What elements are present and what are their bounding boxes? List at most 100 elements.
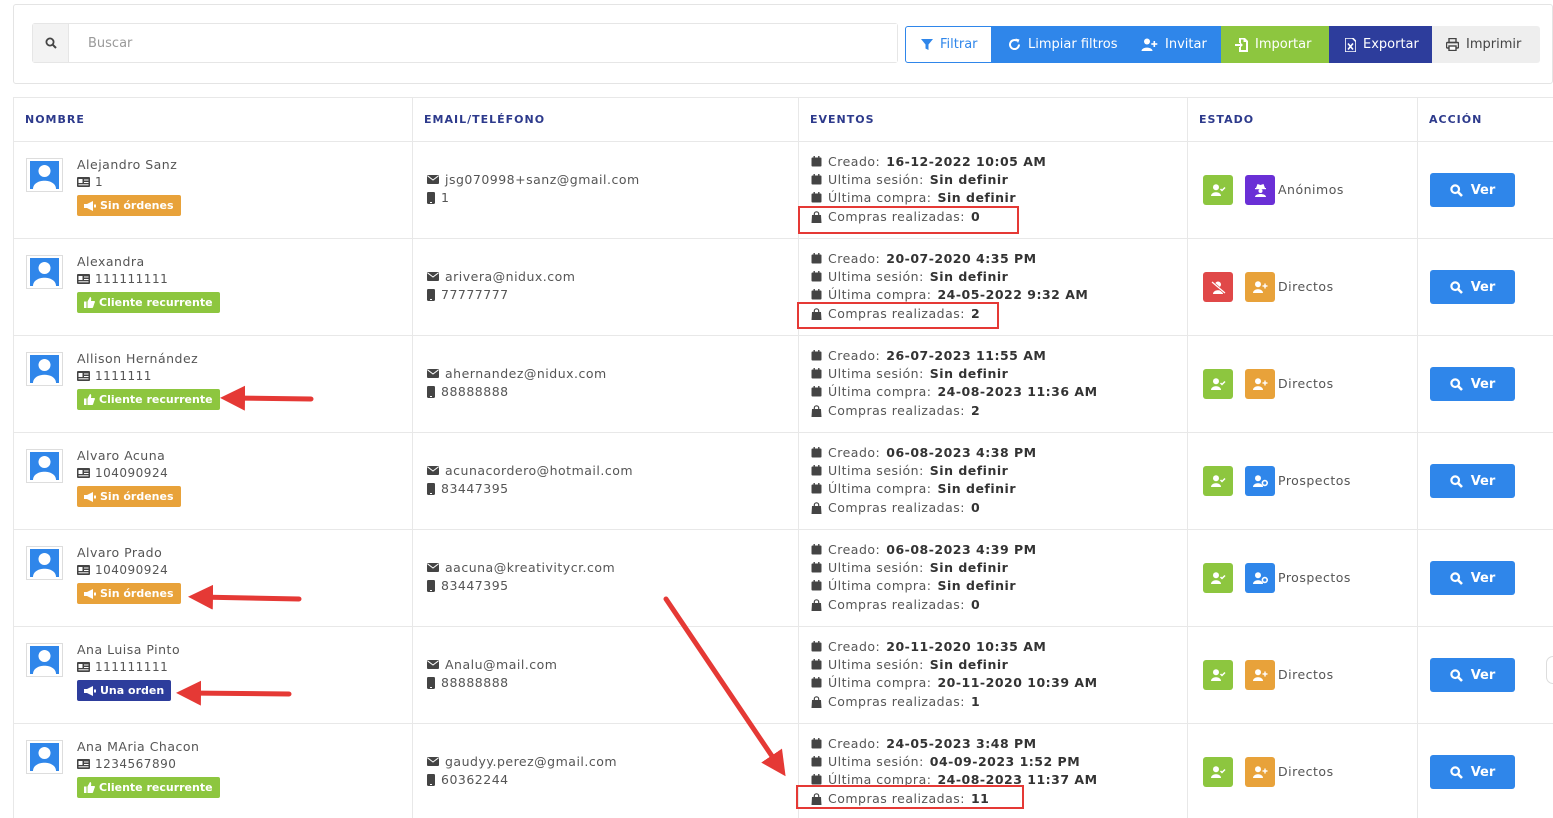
column-header-events[interactable]: EVENTOS (799, 98, 1188, 141)
cell-status: Directos (1188, 627, 1418, 723)
account-status-toggle[interactable] (1203, 466, 1233, 496)
thumbs-up-icon (84, 782, 95, 793)
toolbar-buttons: Filtrar Limpiar filtros Invitar Importar… (905, 26, 1540, 63)
view-button[interactable]: Ver (1430, 755, 1515, 789)
column-header-action: ACCIÓN (1429, 113, 1483, 126)
user-cog-icon (1252, 572, 1268, 584)
event-last-purchase-label: Última compra: (828, 287, 932, 302)
refresh-icon (1009, 38, 1021, 51)
filter-button[interactable]: Filtrar (905, 26, 992, 63)
event-last-session-value: Sin definir (929, 560, 1009, 575)
invite-button[interactable]: Invitar (1127, 26, 1221, 63)
event-created-label: Creado: (828, 348, 881, 363)
view-button[interactable]: Ver (1430, 173, 1515, 207)
segment-label: Anónimos (1278, 182, 1344, 197)
view-button[interactable]: Ver (1430, 561, 1515, 595)
column-header-name[interactable]: NOMBRE (14, 98, 413, 141)
scroll-handle[interactable] (1546, 656, 1553, 684)
customer-phone-value: 77777777 (441, 287, 509, 302)
shopping-bag-icon (811, 598, 822, 611)
column-header-status[interactable]: ESTADO (1188, 98, 1418, 141)
table-row: Alexandra 111111111 Cliente recurrente ariv… (14, 239, 1553, 336)
segment-label: Prospectos (1278, 570, 1351, 585)
account-status-toggle[interactable] (1203, 272, 1233, 302)
customer-name[interactable]: Alejandro Sanz (77, 157, 177, 172)
event-last-session: Ultima sesión: Sin definir (811, 463, 1008, 478)
user-check-icon (1210, 572, 1226, 584)
calendar-icon (811, 271, 822, 282)
customer-name[interactable]: Alvaro Prado (77, 545, 162, 560)
user-check-icon (1210, 475, 1226, 487)
event-created-label: Creado: (828, 736, 881, 751)
segment-label: Directos (1278, 764, 1334, 779)
view-button[interactable]: Ver (1430, 658, 1515, 692)
search-bar (32, 23, 898, 63)
customer-id-value: 111111111 (95, 660, 169, 674)
mobile-icon (427, 482, 435, 495)
event-created: Creado: 20-11-2020 10:35 AM (811, 639, 1046, 654)
search-input[interactable] (69, 24, 897, 62)
import-button[interactable]: Importar (1221, 26, 1329, 63)
customer-email: ahernandez@nidux.com (427, 366, 607, 381)
clear-filters-button[interactable]: Limpiar filtros (992, 26, 1127, 63)
view-button-label: Ver (1470, 667, 1496, 683)
account-status-toggle[interactable] (1203, 369, 1233, 399)
column-header-contact[interactable]: EMAIL/TELÉFONO (413, 98, 799, 141)
cell-status: Anónimos (1188, 142, 1418, 238)
event-created: Creado: 16-12-2022 10:05 AM (811, 154, 1046, 169)
cell-events: Creado: 06-08-2023 4:39 PM Ultima sesión: S… (799, 530, 1188, 626)
megaphone-icon (84, 685, 96, 696)
customer-phone-value: 60362244 (441, 772, 509, 787)
avatar-icon (30, 258, 59, 286)
export-button[interactable]: Exportar (1329, 26, 1432, 63)
cell-events: Creado: 20-11-2020 10:35 AM Ultima sesión:… (799, 627, 1188, 723)
view-button[interactable]: Ver (1430, 464, 1515, 498)
view-button[interactable]: Ver (1430, 367, 1515, 401)
filter-button-label: Filtrar (940, 37, 978, 52)
view-button[interactable]: Ver (1430, 270, 1515, 304)
cell-action: Ver (1418, 433, 1553, 529)
segment-icon-box (1245, 369, 1275, 399)
envelope-icon (427, 272, 439, 281)
account-status-toggle[interactable] (1203, 660, 1233, 690)
customer-name[interactable]: Alexandra (77, 254, 145, 269)
account-status-toggle[interactable] (1203, 757, 1233, 787)
event-last-purchase-value: Sin definir (937, 481, 1016, 496)
calendar-icon (811, 677, 822, 688)
view-button-label: Ver (1470, 376, 1496, 392)
search-icon (1450, 474, 1463, 488)
envelope-icon (427, 563, 439, 572)
customer-id: 104090924 (77, 563, 168, 577)
order-status-badge-label: Cliente recurrente (99, 393, 213, 406)
avatar (26, 449, 63, 483)
event-purchases-value: 0 (970, 500, 981, 515)
calendar-icon (811, 156, 822, 167)
customer-name[interactable]: Alvaro Acuna (77, 448, 165, 463)
megaphone-icon (84, 200, 96, 211)
account-status-toggle[interactable] (1203, 175, 1233, 205)
calendar-icon (811, 386, 822, 397)
customer-name[interactable]: Allison Hernández (77, 351, 198, 366)
mobile-icon (427, 288, 435, 301)
customer-phone: 88888888 (427, 675, 509, 690)
customer-name[interactable]: Ana MAria Chacon (77, 739, 199, 754)
event-last-session: Ultima sesión: Sin definir (811, 657, 1008, 672)
customer-email-value: arivera@nidux.com (445, 269, 576, 284)
view-button-label: Ver (1470, 279, 1496, 295)
customer-name[interactable]: Ana Luisa Pinto (77, 642, 180, 657)
search-icon[interactable] (33, 24, 69, 62)
calendar-icon (811, 368, 822, 379)
customer-id-value: 1234567890 (95, 757, 177, 771)
shopping-bag-icon (811, 695, 822, 708)
print-button[interactable]: Imprimir (1432, 26, 1540, 63)
event-created: Creado: 20-07-2020 4:35 PM (811, 251, 1037, 266)
segment-icon-box (1245, 660, 1275, 690)
customer-id: 104090924 (77, 466, 168, 480)
calendar-icon (811, 774, 822, 785)
highlight-box (798, 206, 1019, 234)
account-status-toggle[interactable] (1203, 563, 1233, 593)
event-created-value: 06-08-2023 4:38 PM (886, 445, 1037, 460)
customer-id: 1 (77, 175, 103, 189)
avatar-icon (30, 743, 59, 771)
calendar-icon (811, 465, 822, 476)
